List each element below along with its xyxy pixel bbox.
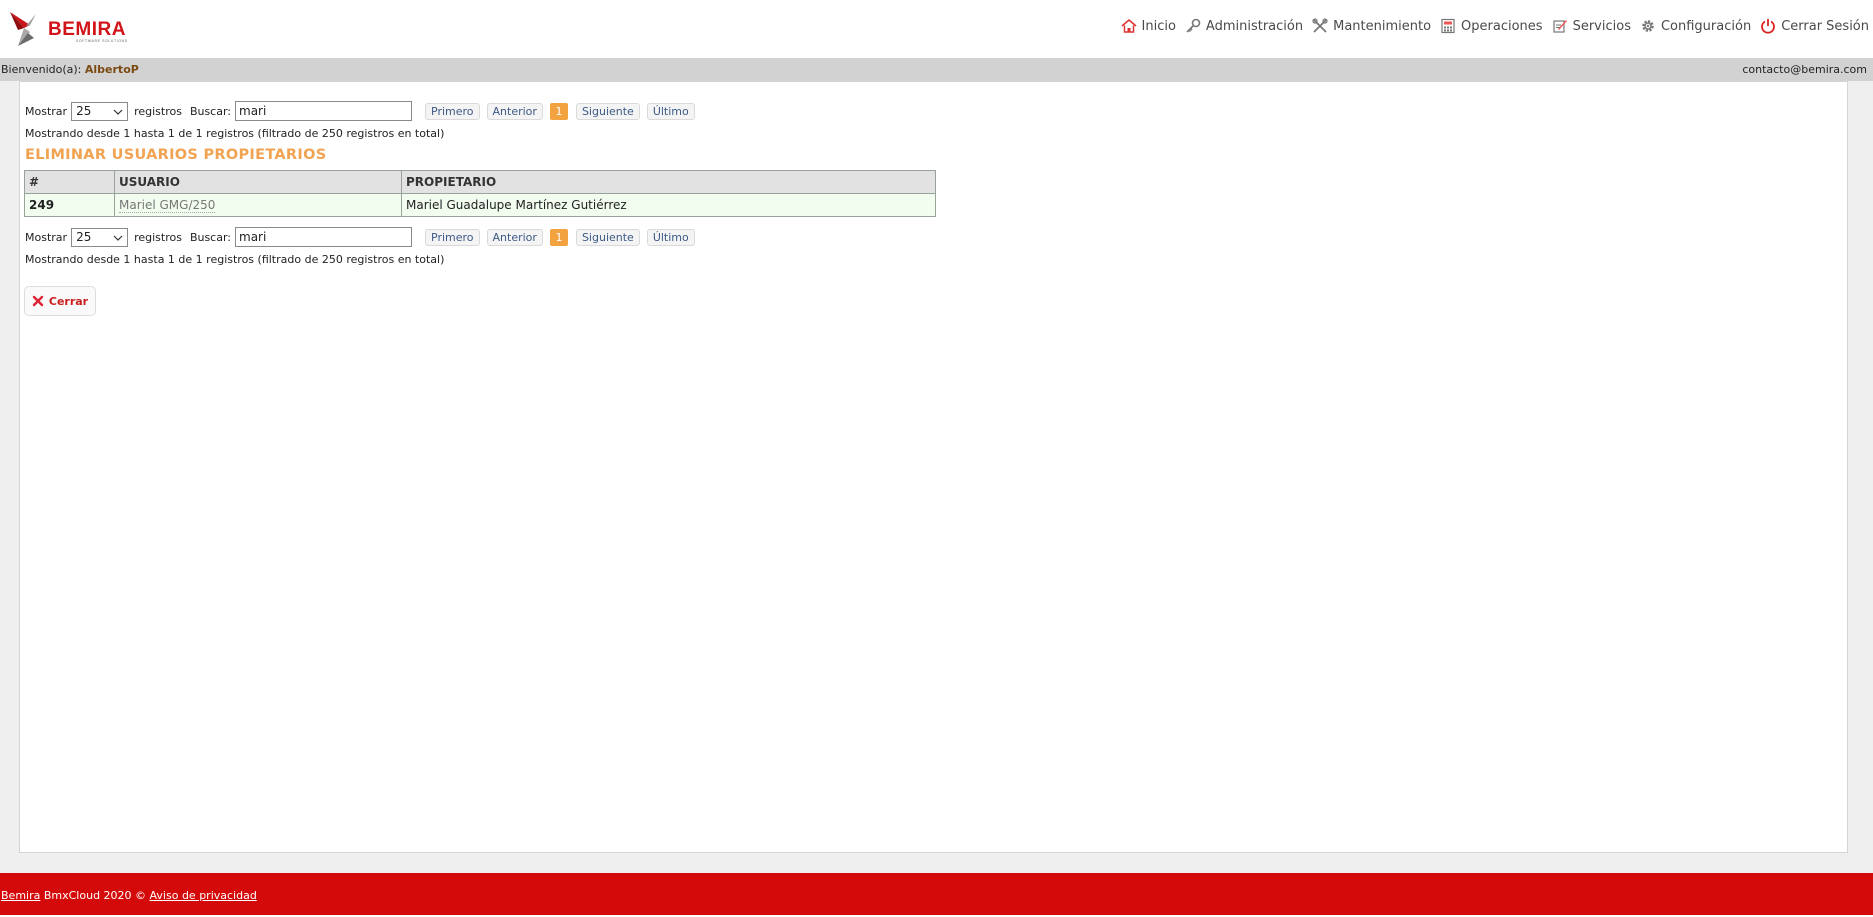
welcome-message: Bienvenido(a): AlbertoP: [1, 63, 139, 76]
previous-page-button[interactable]: Anterior: [486, 228, 543, 246]
chevron-down-icon: [113, 235, 123, 241]
company-link[interactable]: Bemira: [1, 889, 40, 902]
current-page-button[interactable]: 1: [549, 228, 568, 246]
page-size-select[interactable]: 25: [71, 227, 129, 247]
nav-label: Mantenimiento: [1333, 18, 1432, 34]
column-header-propietario[interactable]: PROPIETARIO: [401, 170, 936, 194]
search-label: Buscar:: [189, 104, 232, 118]
nav-administracion[interactable]: Administración: [1185, 18, 1303, 34]
page-title: ELIMINAR USUARIOS PROPIETARIOS: [25, 147, 327, 163]
nav-servicios[interactable]: Servicios: [1552, 18, 1631, 34]
search-input[interactable]: [235, 101, 413, 121]
brand-tagline: SOFTWARE SOLUTIONS: [76, 39, 128, 43]
brand-name: BEMIRA: [48, 19, 126, 40]
nav-label: Servicios: [1572, 18, 1631, 34]
nav-operaciones[interactable]: Operaciones: [1440, 18, 1543, 34]
calculator-icon: [1441, 18, 1455, 34]
first-page-button[interactable]: Primero: [425, 102, 480, 120]
column-header-number[interactable]: #: [24, 170, 115, 194]
main-nav: Inicio Administración Mantenimiento Oper…: [1120, 16, 1869, 36]
nav-mantenimiento[interactable]: Mantenimiento: [1312, 18, 1431, 34]
last-page-button[interactable]: Último: [646, 228, 695, 246]
next-page-button[interactable]: Siguiente: [575, 102, 640, 120]
page-size-select[interactable]: 25: [71, 101, 129, 121]
table-toolbar-bottom: Mostrar 25 registros Buscar: Primero Ant…: [25, 226, 702, 248]
welcome-username: AlbertoP: [84, 63, 139, 76]
contact-email: contacto@bemira.com: [1742, 63, 1867, 76]
close-icon: [32, 295, 44, 307]
nav-label: Inicio: [1141, 18, 1176, 34]
cell-usuario: Mariel GMG/250: [114, 193, 402, 217]
nav-label: Administración: [1205, 18, 1304, 34]
footer: Bemira BmxCloud 2020 © Aviso de privacid…: [0, 873, 1873, 915]
tools-icon: [1312, 18, 1328, 33]
first-page-button[interactable]: Primero: [425, 228, 480, 246]
records-label: registros: [134, 230, 182, 244]
records-info: Mostrando desde 1 hasta 1 de 1 registros…: [25, 253, 445, 266]
nav-cerrar-sesion[interactable]: Cerrar Sesión: [1760, 18, 1869, 34]
table-row[interactable]: 249 Mariel GMG/250 Mariel Guadalupe Mart…: [24, 193, 936, 217]
page-size-value: 25: [76, 230, 92, 244]
previous-page-button[interactable]: Anterior: [486, 102, 543, 120]
records-label: registros: [134, 104, 182, 118]
last-page-button[interactable]: Último: [646, 102, 695, 120]
privacy-link[interactable]: Aviso de privacidad: [150, 889, 257, 902]
search-input[interactable]: [235, 227, 413, 247]
cell-number: 249: [24, 193, 115, 217]
show-label: Mostrar: [25, 104, 68, 118]
nav-label: Configuración: [1660, 18, 1752, 34]
table-toolbar-top: Mostrar 25 registros Buscar: Primero Ant…: [25, 100, 702, 122]
current-page-button[interactable]: 1: [549, 102, 568, 120]
next-page-button[interactable]: Siguiente: [575, 228, 640, 246]
bemira-logo[interactable]: BEMIRA SOFTWARE SOLUTIONS: [8, 8, 138, 50]
search-label: Buscar:: [189, 230, 232, 244]
footer-copyright: BmxCloud 2020 ©: [40, 889, 150, 902]
power-icon: [1761, 19, 1776, 34]
usuario-link[interactable]: Mariel GMG/250: [119, 198, 216, 213]
nav-configuracion[interactable]: Configuración: [1640, 18, 1751, 34]
cell-propietario: Mariel Guadalupe Martínez Gutiérrez: [401, 193, 936, 217]
edit-icon: [1552, 20, 1567, 33]
welcome-prefix: Bienvenido(a):: [1, 63, 82, 76]
page-size-value: 25: [76, 104, 92, 118]
column-header-usuario[interactable]: USUARIO: [114, 170, 402, 194]
nav-label: Cerrar Sesión: [1781, 18, 1869, 34]
key-icon: [1186, 18, 1201, 33]
show-label: Mostrar: [25, 230, 68, 244]
bemira-star-icon: [10, 12, 36, 46]
nav-label: Operaciones: [1461, 18, 1543, 34]
close-button-label: Cerrar: [48, 294, 89, 308]
close-button[interactable]: Cerrar: [24, 286, 96, 316]
header: BEMIRA SOFTWARE SOLUTIONS Inicio Adminis…: [0, 0, 1873, 58]
records-info: Mostrando desde 1 hasta 1 de 1 registros…: [25, 127, 445, 140]
gear-icon: [1642, 20, 1654, 32]
owners-table: # USUARIO PROPIETARIO 249 Mariel GMG/250…: [24, 170, 936, 217]
footer-text: Bemira BmxCloud 2020 © Aviso de privacid…: [1, 889, 257, 902]
welcome-bar: Bienvenido(a): AlbertoP contacto@bemira.…: [0, 58, 1873, 81]
nav-inicio[interactable]: Inicio: [1120, 18, 1176, 34]
home-icon: [1120, 18, 1137, 33]
chevron-down-icon: [113, 109, 123, 115]
table-header-row: # USUARIO PROPIETARIO: [24, 170, 936, 194]
